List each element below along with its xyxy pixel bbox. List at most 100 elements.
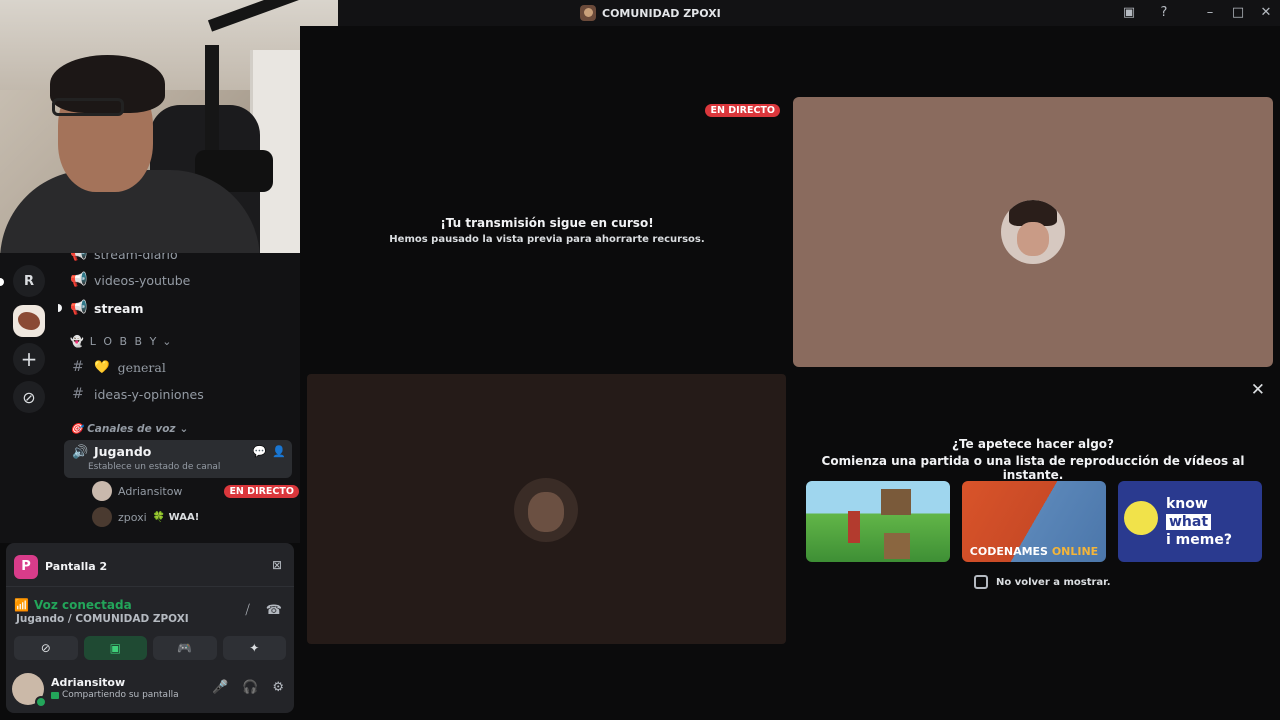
dont-show-label: No volver a mostrar. (996, 576, 1111, 588)
close-icon[interactable]: ✕ (1251, 380, 1265, 400)
soundboard-button[interactable]: ✦ (222, 636, 286, 660)
avatar (514, 478, 578, 542)
close-icon[interactable]: ✕ (1257, 4, 1275, 22)
screen-share-icon: ▣ (109, 641, 121, 655)
current-user: Adriansitow Compartiendo su pantalla 🎤 🎧… (6, 667, 294, 713)
screen-share-status-icon (51, 691, 59, 699)
signal-icon: 📶 (14, 598, 29, 612)
maximize-icon[interactable]: □ (1229, 4, 1247, 22)
heart-icon: 💛 (94, 359, 110, 374)
user-name[interactable]: Adriansitow (51, 676, 125, 689)
speaker-icon: 🔊 (72, 445, 89, 460)
megaphone-icon: 📢 (70, 253, 88, 262)
voice-action-row: ⊘ ▣ 🎮 ✦ (14, 636, 286, 660)
window-title-text: COMUNIDAD ZPOXI (602, 6, 721, 20)
voice-connected-status[interactable]: 📶 Voz conectada (14, 598, 132, 612)
webcam-overlay (0, 0, 338, 253)
stop-stream-icon[interactable]: ⊠ (272, 558, 282, 572)
screen-share-panel: P Pantalla 2 ⊠ (6, 543, 294, 587)
minecraft-style-card[interactable] (806, 481, 950, 562)
voice-member[interactable]: zpoxi 🍀 WAA! (92, 506, 199, 528)
help-icon[interactable]: ? (1155, 4, 1173, 22)
voice-member[interactable]: Adriansitow EN DIRECTO (92, 480, 299, 502)
voice-channel-jugando[interactable]: 🔊 Jugando Establece un estado de canal 💬… (64, 440, 292, 478)
channel-stream[interactable]: 📢 stream (70, 297, 144, 319)
voice-status-label: Voz conectada (33, 598, 132, 612)
soundboard-icon: ✦ (249, 641, 260, 655)
headphones-icon[interactable]: 🎧 (242, 680, 258, 695)
avatar (92, 507, 112, 527)
disconnect-icon[interactable]: ☎ (266, 603, 282, 618)
settings-gear-icon[interactable]: ⚙ (272, 680, 284, 695)
user-controls: 🎤 🎧 ⚙ (212, 680, 284, 695)
noise-suppression-icon[interactable]: ⧸ (245, 603, 249, 618)
share-screen-button[interactable]: ▣ (83, 636, 147, 660)
hash-icon: # (72, 386, 84, 402)
voice-channel-path[interactable]: Jugando / COMUNIDAD ZPOXI (16, 613, 189, 625)
live-badge: EN DIRECTO (224, 484, 299, 498)
server-icon (580, 5, 596, 21)
user-status: Compartiendo su pantalla (51, 690, 179, 700)
unread-indicator (58, 304, 62, 312)
paused-title: ¡Tu transmisión sigue en curso! (440, 216, 654, 230)
activity-question: ¿Te apetece hacer algo? (952, 437, 1114, 451)
member-status: 🍀 WAA! (152, 511, 200, 523)
webcam-person-glasses (52, 98, 124, 116)
channel-stream-diario[interactable]: 📢 stream-diario (70, 253, 178, 265)
block (884, 533, 910, 559)
voice-controls: ⧸ ☎ (245, 603, 282, 618)
add-server-icon[interactable]: + (13, 343, 45, 375)
microphone-icon[interactable]: 🎤 (212, 680, 228, 695)
dont-show-checkbox[interactable] (974, 575, 988, 589)
channel-label: stream (94, 300, 144, 316)
meme-line-1: know (1166, 496, 1208, 512)
invite-icon[interactable]: 👤 (272, 445, 286, 458)
participant-tile-zpoxi[interactable] (307, 374, 786, 644)
activity-cards: CODENAMES ONLINE know what i meme? (806, 481, 1262, 562)
participant-tile-adriansitow[interactable] (793, 97, 1273, 367)
codenames-title-b: ONLINE (1051, 545, 1099, 558)
server-zpoxi[interactable] (13, 305, 45, 337)
gamepad-icon: 🎮 (177, 641, 193, 655)
voice-channel-name: Jugando (94, 444, 152, 459)
channel-label: stream-diario (94, 253, 178, 262)
codenames-card[interactable]: CODENAMES ONLINE (962, 481, 1106, 562)
chat-icon[interactable]: 💬 (253, 445, 267, 458)
server-r-letter: R (23, 273, 34, 289)
voice-channel-actions: 💬 👤 (253, 445, 286, 458)
user-panel: P Pantalla 2 ⊠ 📶 Voz conectada Jugando /… (6, 543, 294, 713)
voice-channel-status[interactable]: Establece un estado de canal (88, 462, 220, 472)
channel-videos-youtube[interactable]: 📢 videos-youtube (70, 269, 190, 291)
inbox-icon[interactable]: ▣ (1120, 4, 1138, 22)
hash-icon: # (72, 359, 84, 375)
category-label: Canales de voz (87, 422, 176, 435)
channel-label: general (117, 359, 166, 375)
own-stream-tile[interactable]: EN DIRECTO ¡Tu transmisión sigue en curs… (308, 96, 786, 366)
paused-message: ¡Tu transmisión sigue en curso! Hemos pa… (308, 216, 786, 245)
explore-icon[interactable]: ⊘ (13, 381, 45, 413)
rail-indicator (0, 278, 4, 286)
screen-share-label: Pantalla 2 (45, 560, 108, 573)
meme-face-icon (1124, 501, 1158, 535)
screen-share-icon: P (14, 555, 38, 579)
know-what-i-meme-card[interactable]: know what i meme? (1118, 481, 1262, 562)
activity-button[interactable]: 🎮 (153, 636, 217, 660)
channel-ideas-y-opiniones[interactable]: # ideas-y-opiniones (70, 383, 204, 405)
meme-line-2: what (1166, 514, 1212, 530)
megaphone-icon: 📢 (70, 272, 88, 288)
user-status-text: Compartiendo su pantalla (62, 690, 179, 700)
channel-general[interactable]: # 💛 general (70, 356, 166, 378)
channel-list: 📢 stream-diario 📢 videos-youtube 📢 strea… (58, 253, 300, 543)
category-label: L O B B Y (89, 335, 159, 348)
camera-off-button[interactable]: ⊘ (14, 636, 78, 660)
category-voice[interactable]: 🎯 Canales de voz ⌄ (70, 422, 188, 436)
minimize-icon[interactable]: – (1201, 4, 1219, 22)
meme-line-3: i meme? (1166, 532, 1232, 548)
category-lobby[interactable]: 👻 L O B B Y ⌄ (70, 335, 174, 348)
server-r[interactable]: R (13, 265, 45, 297)
channel-label: videos-youtube (94, 272, 191, 288)
online-status-dot (35, 696, 47, 708)
dont-show-again[interactable]: No volver a mostrar. (974, 575, 1111, 589)
live-badge: EN DIRECTO (705, 104, 780, 117)
member-name: zpoxi (118, 510, 147, 524)
